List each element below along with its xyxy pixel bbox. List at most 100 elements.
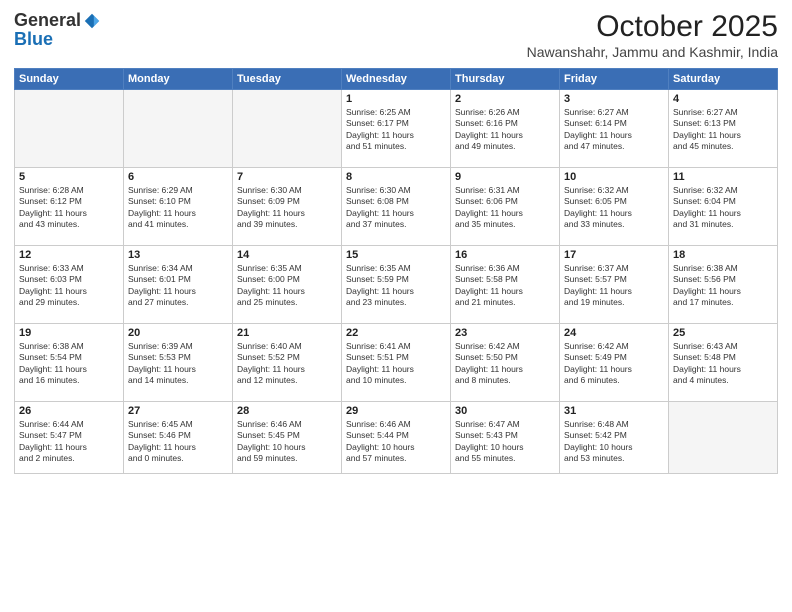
- cell-info: Sunrise: 6:35 AM Sunset: 6:00 PM Dayligh…: [237, 263, 337, 309]
- calendar-cell: 8Sunrise: 6:30 AM Sunset: 6:08 PM Daylig…: [342, 168, 451, 246]
- day-number: 13: [128, 249, 228, 261]
- day-number: 14: [237, 249, 337, 261]
- cell-info: Sunrise: 6:28 AM Sunset: 6:12 PM Dayligh…: [19, 185, 119, 231]
- calendar-cell: 30Sunrise: 6:47 AM Sunset: 5:43 PM Dayli…: [451, 402, 560, 474]
- calendar-cell: 24 Sunrise: 6:42 AM Sunset: 5:49 PM Dayli…: [560, 324, 669, 402]
- cell-info: Sunrise: 6:38 AM Sunset: 5:56 PM Dayligh…: [673, 263, 773, 309]
- cell-info: Sunrise: 6:27 AM Sunset: 6:13 PM Dayligh…: [673, 107, 773, 153]
- weekday-header-friday: Friday: [560, 69, 669, 90]
- cell-info: Sunrise: 6:30 AM Sunset: 6:09 PM Dayligh…: [237, 185, 337, 231]
- day-number: 2: [455, 93, 555, 105]
- cell-info: Sunrise: 6:48 AM Sunset: 5:42 PM Dayligh…: [564, 419, 664, 465]
- cell-info: Sunrise: 6:38 AM Sunset: 5:54 PM Dayligh…: [19, 341, 119, 387]
- day-number: 23: [455, 327, 555, 339]
- calendar-cell: 4 Sunrise: 6:27 AM Sunset: 6:13 PM Daylig…: [669, 90, 778, 168]
- calendar-cell: 11 Sunrise: 6:32 AM Sunset: 6:04 PM Dayli…: [669, 168, 778, 246]
- day-number: 24: [564, 327, 664, 339]
- cell-info: Sunrise: 6:44 AM Sunset: 5:47 PM Dayligh…: [19, 419, 119, 465]
- logo: General Blue: [14, 10, 101, 50]
- calendar-cell: 25Sunrise: 6:43 AM Sunset: 5:48 PM Dayli…: [669, 324, 778, 402]
- calendar-cell: 23 Sunrise: 6:42 AM Sunset: 5:50 PM Dayli…: [451, 324, 560, 402]
- logo-blue: Blue: [14, 29, 53, 49]
- calendar-cell: 18 Sunrise: 6:38 AM Sunset: 5:56 PM Dayli…: [669, 246, 778, 324]
- day-number: 12: [19, 249, 119, 261]
- logo-general: General: [14, 10, 81, 31]
- day-number: 19: [19, 327, 119, 339]
- calendar-cell: 10 Sunrise: 6:32 AM Sunset: 6:05 PM Dayli…: [560, 168, 669, 246]
- day-number: 7: [237, 171, 337, 183]
- month-title: October 2025: [527, 10, 778, 44]
- calendar-cell: 6Sunrise: 6:29 AM Sunset: 6:10 PM Daylig…: [124, 168, 233, 246]
- calendar-cell: 28Sunrise: 6:46 AM Sunset: 5:45 PM Dayli…: [233, 402, 342, 474]
- cell-info: Sunrise: 6:36 AM Sunset: 5:58 PM Dayligh…: [455, 263, 555, 309]
- weekday-header-thursday: Thursday: [451, 69, 560, 90]
- calendar-cell: 26 Sunrise: 6:44 AM Sunset: 5:47 PM Dayli…: [15, 402, 124, 474]
- cell-info: Sunrise: 6:32 AM Sunset: 6:05 PM Dayligh…: [564, 185, 664, 231]
- cell-info: Sunrise: 6:31 AM Sunset: 6:06 PM Dayligh…: [455, 185, 555, 231]
- calendar-cell: 17 Sunrise: 6:37 AM Sunset: 5:57 PM Dayli…: [560, 246, 669, 324]
- cell-info: Sunrise: 6:41 AM Sunset: 5:51 PM Dayligh…: [346, 341, 446, 387]
- calendar-week-2: 5 Sunrise: 6:28 AM Sunset: 6:12 PM Daylig…: [15, 168, 778, 246]
- calendar-week-5: 26 Sunrise: 6:44 AM Sunset: 5:47 PM Dayli…: [15, 402, 778, 474]
- location-title: Nawanshahr, Jammu and Kashmir, India: [527, 44, 778, 60]
- title-block: October 2025 Nawanshahr, Jammu and Kashm…: [527, 10, 778, 60]
- day-number: 6: [128, 171, 228, 183]
- calendar-cell: 7 Sunrise: 6:30 AM Sunset: 6:09 PM Daylig…: [233, 168, 342, 246]
- day-number: 1: [346, 93, 446, 105]
- calendar-cell: 20 Sunrise: 6:39 AM Sunset: 5:53 PM Dayli…: [124, 324, 233, 402]
- day-number: 18: [673, 249, 773, 261]
- calendar-cell: 14 Sunrise: 6:35 AM Sunset: 6:00 PM Dayli…: [233, 246, 342, 324]
- day-number: 27: [128, 405, 228, 417]
- cell-info: Sunrise: 6:43 AM Sunset: 5:48 PM Dayligh…: [673, 341, 773, 387]
- cell-info: Sunrise: 6:34 AM Sunset: 6:01 PM Dayligh…: [128, 263, 228, 309]
- calendar-cell: [15, 90, 124, 168]
- day-number: 11: [673, 171, 773, 183]
- weekday-header-sunday: Sunday: [15, 69, 124, 90]
- calendar-cell: 12Sunrise: 6:33 AM Sunset: 6:03 PM Dayli…: [15, 246, 124, 324]
- page-header: General Blue October 2025 Nawanshahr, Ja…: [14, 10, 778, 60]
- calendar-cell: 21Sunrise: 6:40 AM Sunset: 5:52 PM Dayli…: [233, 324, 342, 402]
- calendar-cell: [124, 90, 233, 168]
- calendar-cell: 31 Sunrise: 6:48 AM Sunset: 5:42 PM Dayli…: [560, 402, 669, 474]
- cell-info: Sunrise: 6:46 AM Sunset: 5:45 PM Dayligh…: [237, 419, 337, 465]
- cell-info: Sunrise: 6:42 AM Sunset: 5:50 PM Dayligh…: [455, 341, 555, 387]
- day-number: 16: [455, 249, 555, 261]
- calendar-week-3: 12Sunrise: 6:33 AM Sunset: 6:03 PM Dayli…: [15, 246, 778, 324]
- cell-info: Sunrise: 6:37 AM Sunset: 5:57 PM Dayligh…: [564, 263, 664, 309]
- cell-info: Sunrise: 6:39 AM Sunset: 5:53 PM Dayligh…: [128, 341, 228, 387]
- day-number: 22: [346, 327, 446, 339]
- day-number: 31: [564, 405, 664, 417]
- cell-info: Sunrise: 6:32 AM Sunset: 6:04 PM Dayligh…: [673, 185, 773, 231]
- day-number: 20: [128, 327, 228, 339]
- calendar-cell: 19 Sunrise: 6:38 AM Sunset: 5:54 PM Dayli…: [15, 324, 124, 402]
- day-number: 3: [564, 93, 664, 105]
- calendar-cell: 29Sunrise: 6:46 AM Sunset: 5:44 PM Dayli…: [342, 402, 451, 474]
- calendar-table: SundayMondayTuesdayWednesdayThursdayFrid…: [14, 68, 778, 474]
- weekday-header-saturday: Saturday: [669, 69, 778, 90]
- cell-info: Sunrise: 6:45 AM Sunset: 5:46 PM Dayligh…: [128, 419, 228, 465]
- calendar-cell: 1Sunrise: 6:25 AM Sunset: 6:17 PM Daylig…: [342, 90, 451, 168]
- day-number: 5: [19, 171, 119, 183]
- cell-info: Sunrise: 6:40 AM Sunset: 5:52 PM Dayligh…: [237, 341, 337, 387]
- calendar-cell: 13 Sunrise: 6:34 AM Sunset: 6:01 PM Dayli…: [124, 246, 233, 324]
- calendar-week-4: 19 Sunrise: 6:38 AM Sunset: 5:54 PM Dayli…: [15, 324, 778, 402]
- calendar-cell: 5 Sunrise: 6:28 AM Sunset: 6:12 PM Daylig…: [15, 168, 124, 246]
- day-number: 4: [673, 93, 773, 105]
- cell-info: Sunrise: 6:46 AM Sunset: 5:44 PM Dayligh…: [346, 419, 446, 465]
- day-number: 10: [564, 171, 664, 183]
- calendar-header-row: SundayMondayTuesdayWednesdayThursdayFrid…: [15, 69, 778, 90]
- calendar-cell: 2Sunrise: 6:26 AM Sunset: 6:16 PM Daylig…: [451, 90, 560, 168]
- calendar-cell: [233, 90, 342, 168]
- day-number: 30: [455, 405, 555, 417]
- logo-icon: [83, 12, 101, 30]
- day-number: 17: [564, 249, 664, 261]
- weekday-header-tuesday: Tuesday: [233, 69, 342, 90]
- day-number: 26: [19, 405, 119, 417]
- calendar-cell: 9Sunrise: 6:31 AM Sunset: 6:06 PM Daylig…: [451, 168, 560, 246]
- cell-info: Sunrise: 6:30 AM Sunset: 6:08 PM Dayligh…: [346, 185, 446, 231]
- weekday-header-monday: Monday: [124, 69, 233, 90]
- calendar-cell: 27 Sunrise: 6:45 AM Sunset: 5:46 PM Dayli…: [124, 402, 233, 474]
- cell-info: Sunrise: 6:35 AM Sunset: 5:59 PM Dayligh…: [346, 263, 446, 309]
- cell-info: Sunrise: 6:42 AM Sunset: 5:49 PM Dayligh…: [564, 341, 664, 387]
- weekday-header-wednesday: Wednesday: [342, 69, 451, 90]
